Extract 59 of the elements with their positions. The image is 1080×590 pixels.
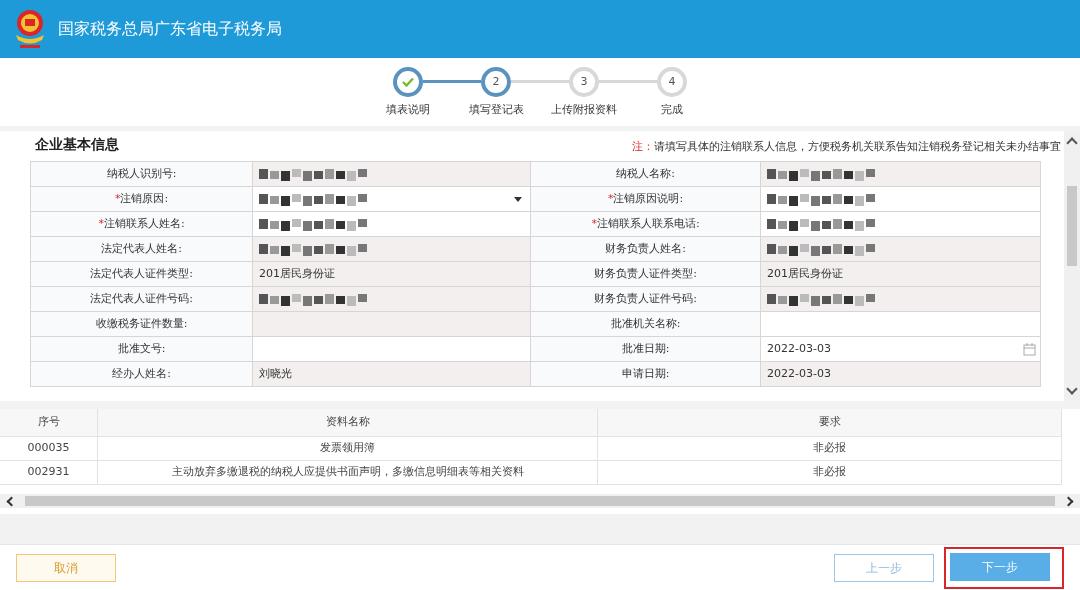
required-asterisk: *	[607, 190, 614, 207]
field-label: 申请日期:	[621, 365, 670, 382]
step-connector	[599, 80, 657, 83]
scroll-thumb[interactable]	[1067, 186, 1077, 266]
step-connector	[511, 80, 569, 83]
table-cell: 非必报	[598, 437, 1062, 460]
field-label: 财务负责人证件号码:	[594, 290, 697, 307]
field-label: 财务负责人姓名:	[605, 240, 686, 257]
field-label: 法定代表人证件号码:	[90, 290, 193, 307]
field-label: 批准日期:	[621, 340, 670, 357]
step-label: 上传附报资料	[551, 102, 617, 118]
required-asterisk: *	[114, 190, 121, 207]
next-step-button[interactable]: 下一步	[950, 552, 1050, 581]
field-label: 注销原因:	[120, 190, 169, 207]
field-label: 批准机关名称:	[610, 315, 681, 332]
field-label: 法定代表人姓名:	[101, 240, 182, 257]
field-value: 201居民身份证	[767, 265, 843, 282]
field-label: 注销原因说明:	[613, 190, 684, 207]
column-header: 序号	[0, 409, 98, 436]
field-label: 注销联系人姓名:	[103, 215, 185, 232]
field-label: 注销联系人联系电话:	[596, 215, 700, 232]
table-cell: 非必报	[598, 461, 1062, 484]
field-label: 纳税人名称:	[616, 165, 675, 182]
table-cell: 发票领用簿	[98, 437, 598, 460]
field-label: 纳税人识别号:	[106, 165, 177, 182]
required-asterisk: *	[98, 215, 104, 232]
dropdown-caret-icon	[514, 196, 522, 202]
site-title: 国家税务总局广东省电子税务局	[58, 18, 282, 40]
column-header: 要求	[598, 409, 1062, 436]
field-value: 201居民身份证	[259, 265, 335, 282]
form-note: 请填写具体的注销联系人信息，方便税务机关联系告知注销税务登记相关未办结事宜	[654, 138, 1061, 155]
table-cell: 主动放弃多缴退税的纳税人应提供书面声明，多缴信息明细表等相关资料	[98, 461, 598, 484]
form-field[interactable]	[253, 212, 531, 237]
step-label: 填表说明	[386, 102, 430, 118]
form-field[interactable]	[761, 212, 1041, 237]
horizontal-scrollbar[interactable]	[0, 494, 1080, 508]
required-asterisk: *	[591, 215, 597, 232]
step-label: 填写登记表	[468, 102, 524, 118]
field-label: 收缴税务证件数量:	[95, 315, 188, 332]
calendar-icon	[1023, 342, 1036, 356]
note-mark: 注：	[632, 138, 654, 155]
form-field[interactable]	[761, 312, 1041, 337]
field-label: 经办人姓名:	[112, 365, 171, 382]
field-label: 财务负责人证件类型:	[594, 265, 697, 282]
field-value: 2022-03-03	[767, 365, 831, 382]
table-cell: 000035	[0, 437, 98, 460]
check-icon	[402, 77, 414, 87]
cancel-button[interactable]: 取消	[16, 553, 116, 582]
field-label: 法定代表人证件类型:	[90, 265, 193, 282]
scroll-thumb[interactable]	[25, 496, 1055, 506]
column-header: 资料名称	[98, 409, 598, 436]
form-field[interactable]	[253, 337, 531, 362]
field-label: 批准文号:	[117, 340, 166, 357]
step-label: 完成	[661, 102, 683, 118]
table-cell: 002931	[0, 461, 98, 484]
form-field[interactable]	[761, 187, 1041, 212]
previous-step-button[interactable]: 上一步	[834, 553, 934, 582]
field-value: 刘晓光	[259, 365, 292, 382]
section-title: 企业基本信息	[35, 135, 119, 154]
